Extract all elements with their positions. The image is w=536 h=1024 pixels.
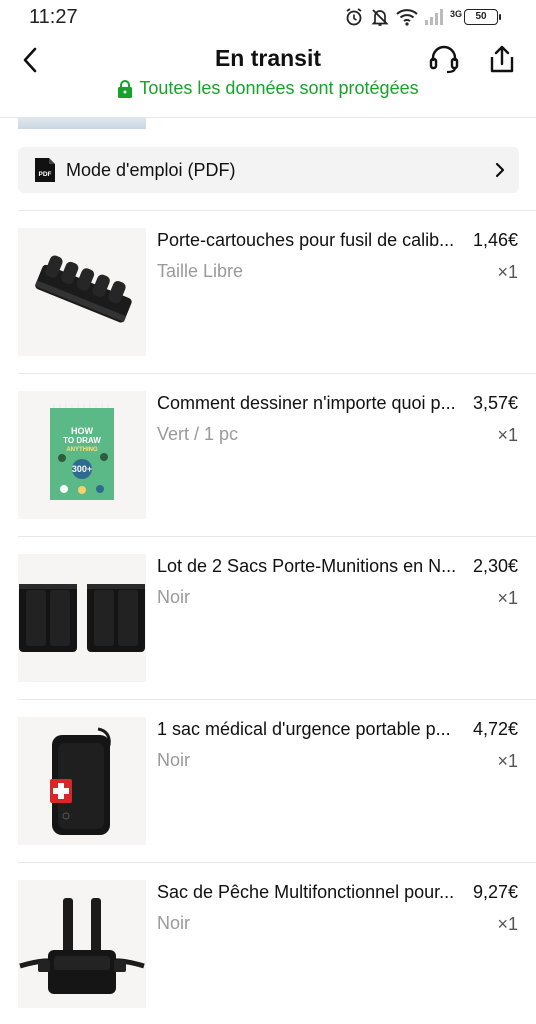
previous-item-image (18, 118, 146, 129)
signal-icon (424, 9, 443, 25)
item-price: 2,30€ (472, 556, 518, 576)
product-image-cartridge-holder (18, 228, 146, 356)
divider (18, 699, 536, 700)
share-icon (490, 45, 514, 73)
lock-icon (118, 79, 133, 98)
pdf-icon: PDF (35, 158, 55, 182)
book-cover-line1: HOW (71, 426, 94, 436)
share-button[interactable] (484, 41, 520, 77)
product-image-how-to-draw-book: HOW TO DRAW ANYTHING 300+ (18, 391, 146, 519)
product-image-ammo-pouches (18, 554, 146, 682)
item-variant: Taille Libre (157, 261, 244, 281)
security-text: Toutes les données sont protégées (139, 78, 419, 98)
item-price: 1,46€ (472, 230, 518, 250)
item-price: 9,27€ (472, 882, 518, 902)
header: En transit Toutes les données sont proté… (0, 34, 536, 118)
divider (18, 536, 536, 537)
item-title: Lot de 2 Sacs Porte-Munitions en N... (157, 556, 457, 576)
item-title: Sac de Pêche Multifonctionnel pour... (157, 882, 455, 902)
battery-icon: 50 (464, 9, 501, 25)
item-quantity: ×1 (497, 262, 518, 282)
headset-icon (429, 45, 459, 74)
item-price: 3,57€ (472, 393, 518, 413)
status-time: 11:27 (29, 6, 78, 28)
mute-bell-icon (371, 9, 389, 26)
item-title: Porte-cartouches pour fusil de calib... (157, 230, 455, 250)
item-quantity: ×1 (497, 425, 518, 445)
item-title: 1 sac médical d'urgence portable p... (157, 719, 451, 739)
manual-label: Mode d'emploi (PDF) (66, 159, 236, 180)
divider (18, 862, 536, 863)
book-cover-number: 300+ (72, 464, 92, 474)
alarm-icon (346, 8, 362, 26)
status-bar: 11:27 3G 50 (0, 0, 536, 34)
item-variant: Noir (157, 913, 191, 933)
product-image-chest-rig-bag (18, 880, 146, 1008)
product-image-medical-bag (18, 717, 146, 845)
item-variant: Noir (157, 587, 191, 607)
book-cover-line2: TO DRAW (63, 436, 101, 445)
security-notice: Toutes les données sont protégées (0, 78, 536, 99)
item-title: Comment dessiner n'importe quoi p... (157, 393, 456, 413)
chevron-right-icon (495, 162, 505, 178)
order-item[interactable]: HOW TO DRAW ANYTHING 300+ Comment dessin… (0, 391, 536, 521)
status-icons: 3G 50 (344, 6, 501, 28)
pdf-icon-label: PDF (39, 171, 52, 178)
network-type: 3G (449, 9, 462, 19)
divider (18, 373, 536, 374)
order-item[interactable]: Lot de 2 Sacs Porte-Munitions en N... 2,… (0, 554, 536, 684)
item-quantity: ×1 (497, 588, 518, 608)
order-item[interactable]: Sac de Pêche Multifonctionnel pour... 9,… (0, 880, 536, 1010)
item-quantity: ×1 (497, 751, 518, 771)
item-variant: Vert / 1 pc (157, 424, 239, 444)
user-manual-button[interactable]: PDF Mode d'emploi (PDF) (18, 147, 519, 193)
order-item[interactable]: 1 sac médical d'urgence portable p... 4,… (0, 717, 536, 847)
battery-level: 50 (475, 11, 487, 22)
book-cover-line3: ANYTHING (66, 447, 98, 453)
order-item[interactable]: Porte-cartouches pour fusil de calib... … (0, 228, 536, 358)
customer-support-button[interactable] (426, 41, 462, 77)
item-price: 4,72€ (472, 719, 518, 739)
wifi-icon (396, 9, 418, 26)
item-quantity: ×1 (497, 914, 518, 934)
item-variant: Noir (157, 750, 191, 770)
divider (18, 210, 536, 211)
